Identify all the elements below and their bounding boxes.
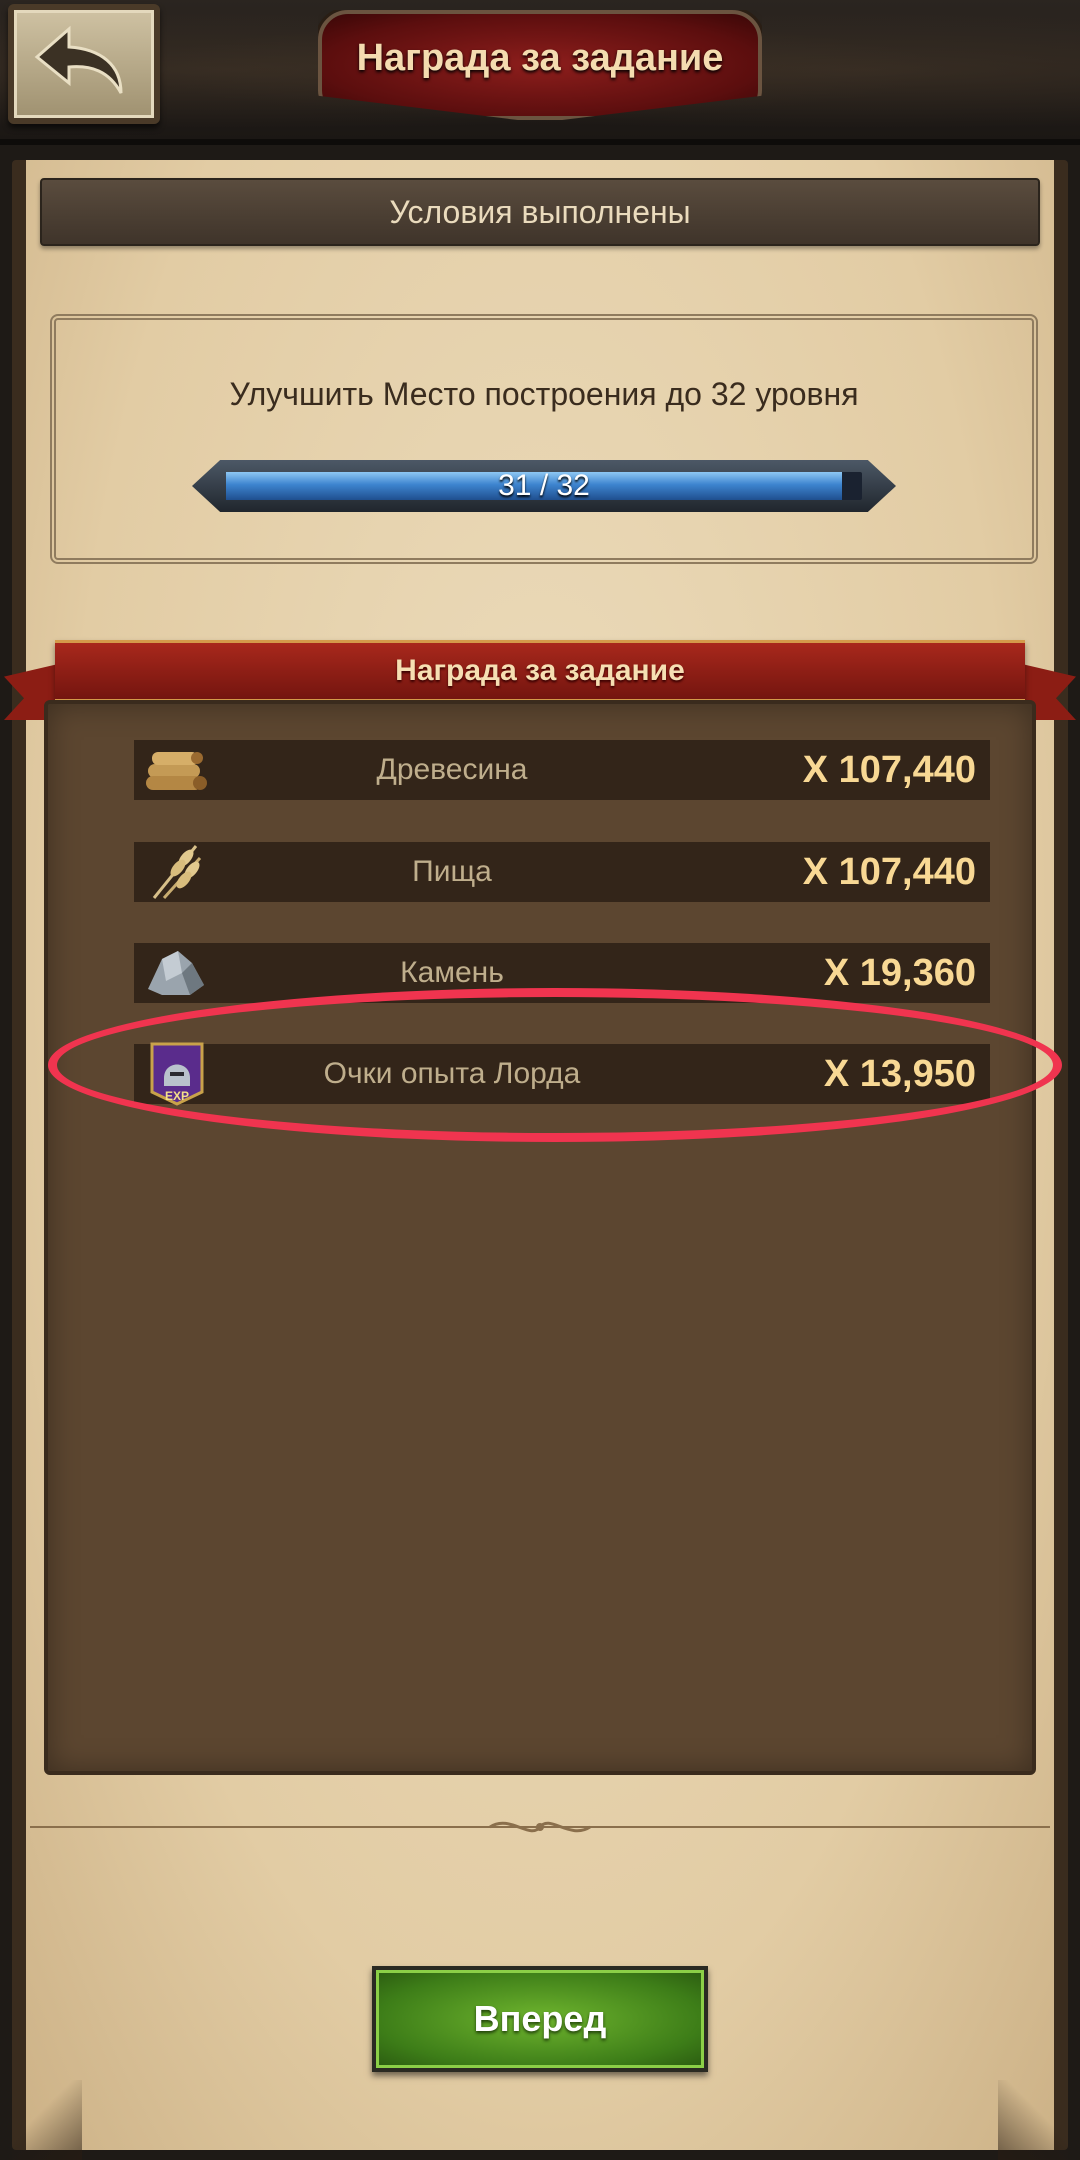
reward-row-lord-exp: EXP Очки опыта Лорда X 13,950	[134, 1042, 990, 1106]
progress-label: 31 / 32	[498, 469, 590, 502]
reward-amount: X 107,440	[802, 850, 976, 893]
reward-name: Камень	[400, 956, 504, 989]
ribbon-body: Награда за задание	[55, 640, 1025, 702]
page-title: Награда за задание	[356, 36, 724, 79]
reward-row-stone: Камень X 19,360	[134, 943, 990, 1003]
task-description: Улучшить Место построения до 32 уровня	[229, 376, 859, 412]
divider-ornament-icon	[489, 1821, 591, 1833]
reward-amount: X 107,440	[802, 748, 976, 791]
back-button[interactable]	[8, 4, 160, 124]
reward-name: Пища	[412, 855, 492, 888]
corner-decoration-left	[12, 2080, 82, 2160]
reward-amount: X 13,950	[823, 1052, 976, 1095]
reward-row-food: Пища X 107,440	[134, 842, 990, 902]
reward-name: Очки опыта Лорда	[323, 1057, 581, 1090]
reward-name: Древесина	[376, 753, 528, 786]
forward-button[interactable]: Вперед	[372, 1966, 708, 2072]
corner-decoration-right	[998, 2080, 1068, 2160]
back-arrow-icon	[34, 25, 123, 94]
conditions-status-text: Условия выполнены	[389, 193, 691, 230]
conditions-status-bar: Условия выполнены	[40, 178, 1040, 246]
rewards-title: Награда за задание	[395, 654, 685, 687]
task-box: Улучшить Место построения до 32 уровня 3…	[50, 314, 1038, 564]
top-header: Награда за задание	[0, 0, 1080, 145]
reward-row-wood: Древесина X 107,440	[134, 740, 990, 800]
title-plate: Награда за задание	[318, 10, 762, 120]
forward-button-label: Вперед	[473, 1998, 607, 2039]
reward-amount: X 19,360	[823, 951, 976, 994]
task-progress-bar: 31 / 32	[192, 460, 896, 512]
